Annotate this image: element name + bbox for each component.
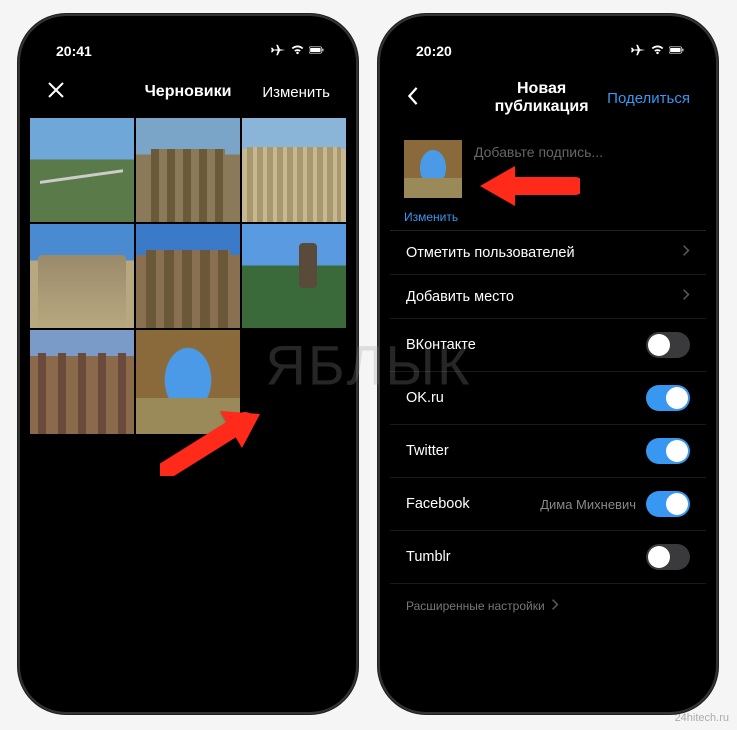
draft-thumb[interactable] [136, 224, 240, 328]
row-label: Отметить пользователей [406, 245, 575, 261]
wifi-icon [650, 43, 665, 59]
drafts-grid [30, 118, 346, 434]
draft-thumb[interactable] [30, 224, 134, 328]
row-label: Расширенные настройки [406, 599, 545, 613]
draft-thumb[interactable] [30, 330, 134, 434]
draft-thumb[interactable] [242, 224, 346, 328]
row-label: Twitter [406, 443, 449, 459]
notch [111, 26, 266, 52]
add-location-row[interactable]: Добавить место [390, 275, 706, 319]
share-twitter-row: Twitter [390, 425, 706, 478]
battery-icon [309, 43, 324, 59]
airplane-icon [271, 43, 286, 59]
nav-bar: Новая публикация Поделиться [390, 66, 706, 130]
status-time: 20:20 [416, 43, 452, 59]
nav-bar: Черновики Изменить [30, 66, 346, 118]
edit-link[interactable]: Изменить [390, 208, 706, 230]
share-vk-row: ВКонтакте [390, 319, 706, 372]
advanced-settings-row[interactable]: Расширенные настройки [390, 584, 706, 628]
row-label: ВКонтакте [406, 337, 476, 353]
tag-users-row[interactable]: Отметить пользователей [390, 231, 706, 275]
row-label: OK.ru [406, 390, 444, 406]
share-ok-row: OK.ru [390, 372, 706, 425]
post-thumbnail[interactable] [404, 140, 462, 198]
notch [471, 26, 626, 52]
airplane-icon [631, 43, 646, 59]
chevron-right-icon [682, 244, 690, 261]
facebook-account: Дима Михневич [540, 497, 636, 512]
row-label: Facebook [406, 496, 470, 512]
battery-icon [669, 43, 684, 59]
edit-button[interactable]: Изменить [260, 84, 330, 101]
draft-thumb[interactable] [242, 118, 346, 222]
chevron-right-icon [682, 288, 690, 305]
twitter-toggle[interactable] [646, 438, 690, 464]
back-button[interactable] [406, 86, 476, 110]
row-label: Добавить место [406, 289, 514, 305]
share-button[interactable]: Поделиться [607, 90, 690, 107]
vk-toggle[interactable] [646, 332, 690, 358]
row-label: Tumblr [406, 549, 451, 565]
draft-thumb[interactable] [136, 330, 240, 434]
draft-thumb[interactable] [30, 118, 134, 222]
compose-row: Добавьте подпись... [390, 130, 706, 208]
draft-thumb[interactable] [136, 118, 240, 222]
watermark-corner: 24hitech.ru [675, 712, 729, 724]
ok-toggle[interactable] [646, 385, 690, 411]
share-facebook-row: Facebook Дима Михневич [390, 478, 706, 531]
status-time: 20:41 [56, 43, 92, 59]
caption-input[interactable]: Добавьте подпись... [474, 140, 692, 198]
nav-title: Новая публикация [476, 80, 607, 116]
share-tumblr-row: Tumblr [390, 531, 706, 584]
tumblr-toggle[interactable] [646, 544, 690, 570]
nav-title: Черновики [116, 83, 260, 101]
facebook-toggle[interactable] [646, 491, 690, 517]
wifi-icon [290, 43, 305, 59]
chevron-right-icon [551, 598, 559, 614]
close-button[interactable] [46, 80, 116, 104]
phone-mockup-left: 20:41 Черновики Изменить [18, 14, 358, 714]
phone-mockup-right: 20:20 Новая публикация Поделиться Добавь… [378, 14, 718, 714]
